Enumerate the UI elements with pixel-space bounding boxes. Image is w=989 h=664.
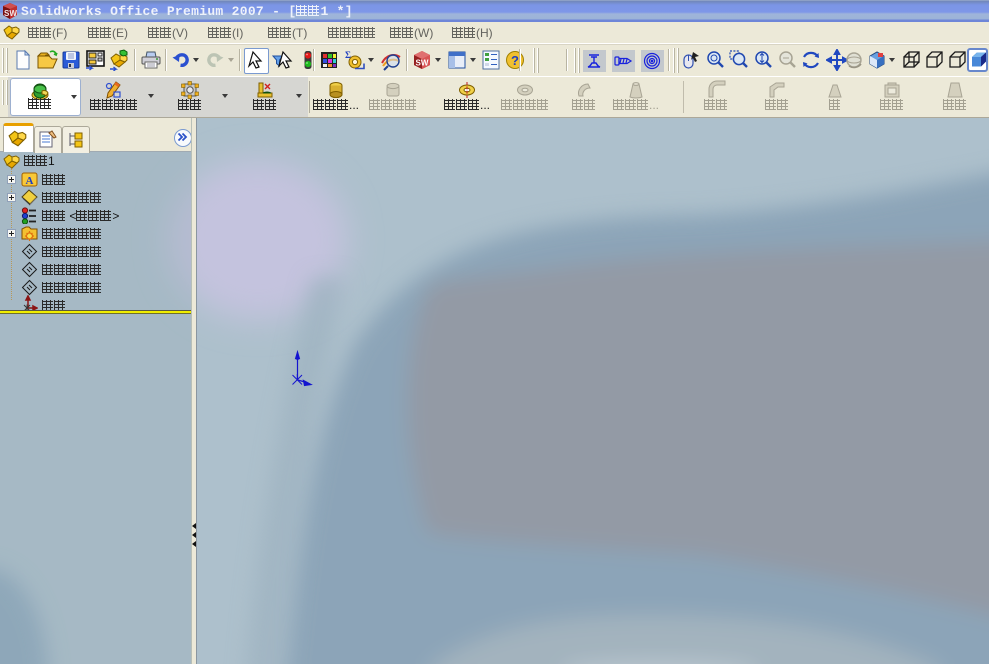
svg-text:SW: SW	[4, 9, 17, 18]
svg-text:?: ?	[511, 53, 519, 68]
svg-text:A: A	[26, 175, 34, 187]
svg-text:SW: SW	[416, 59, 429, 68]
